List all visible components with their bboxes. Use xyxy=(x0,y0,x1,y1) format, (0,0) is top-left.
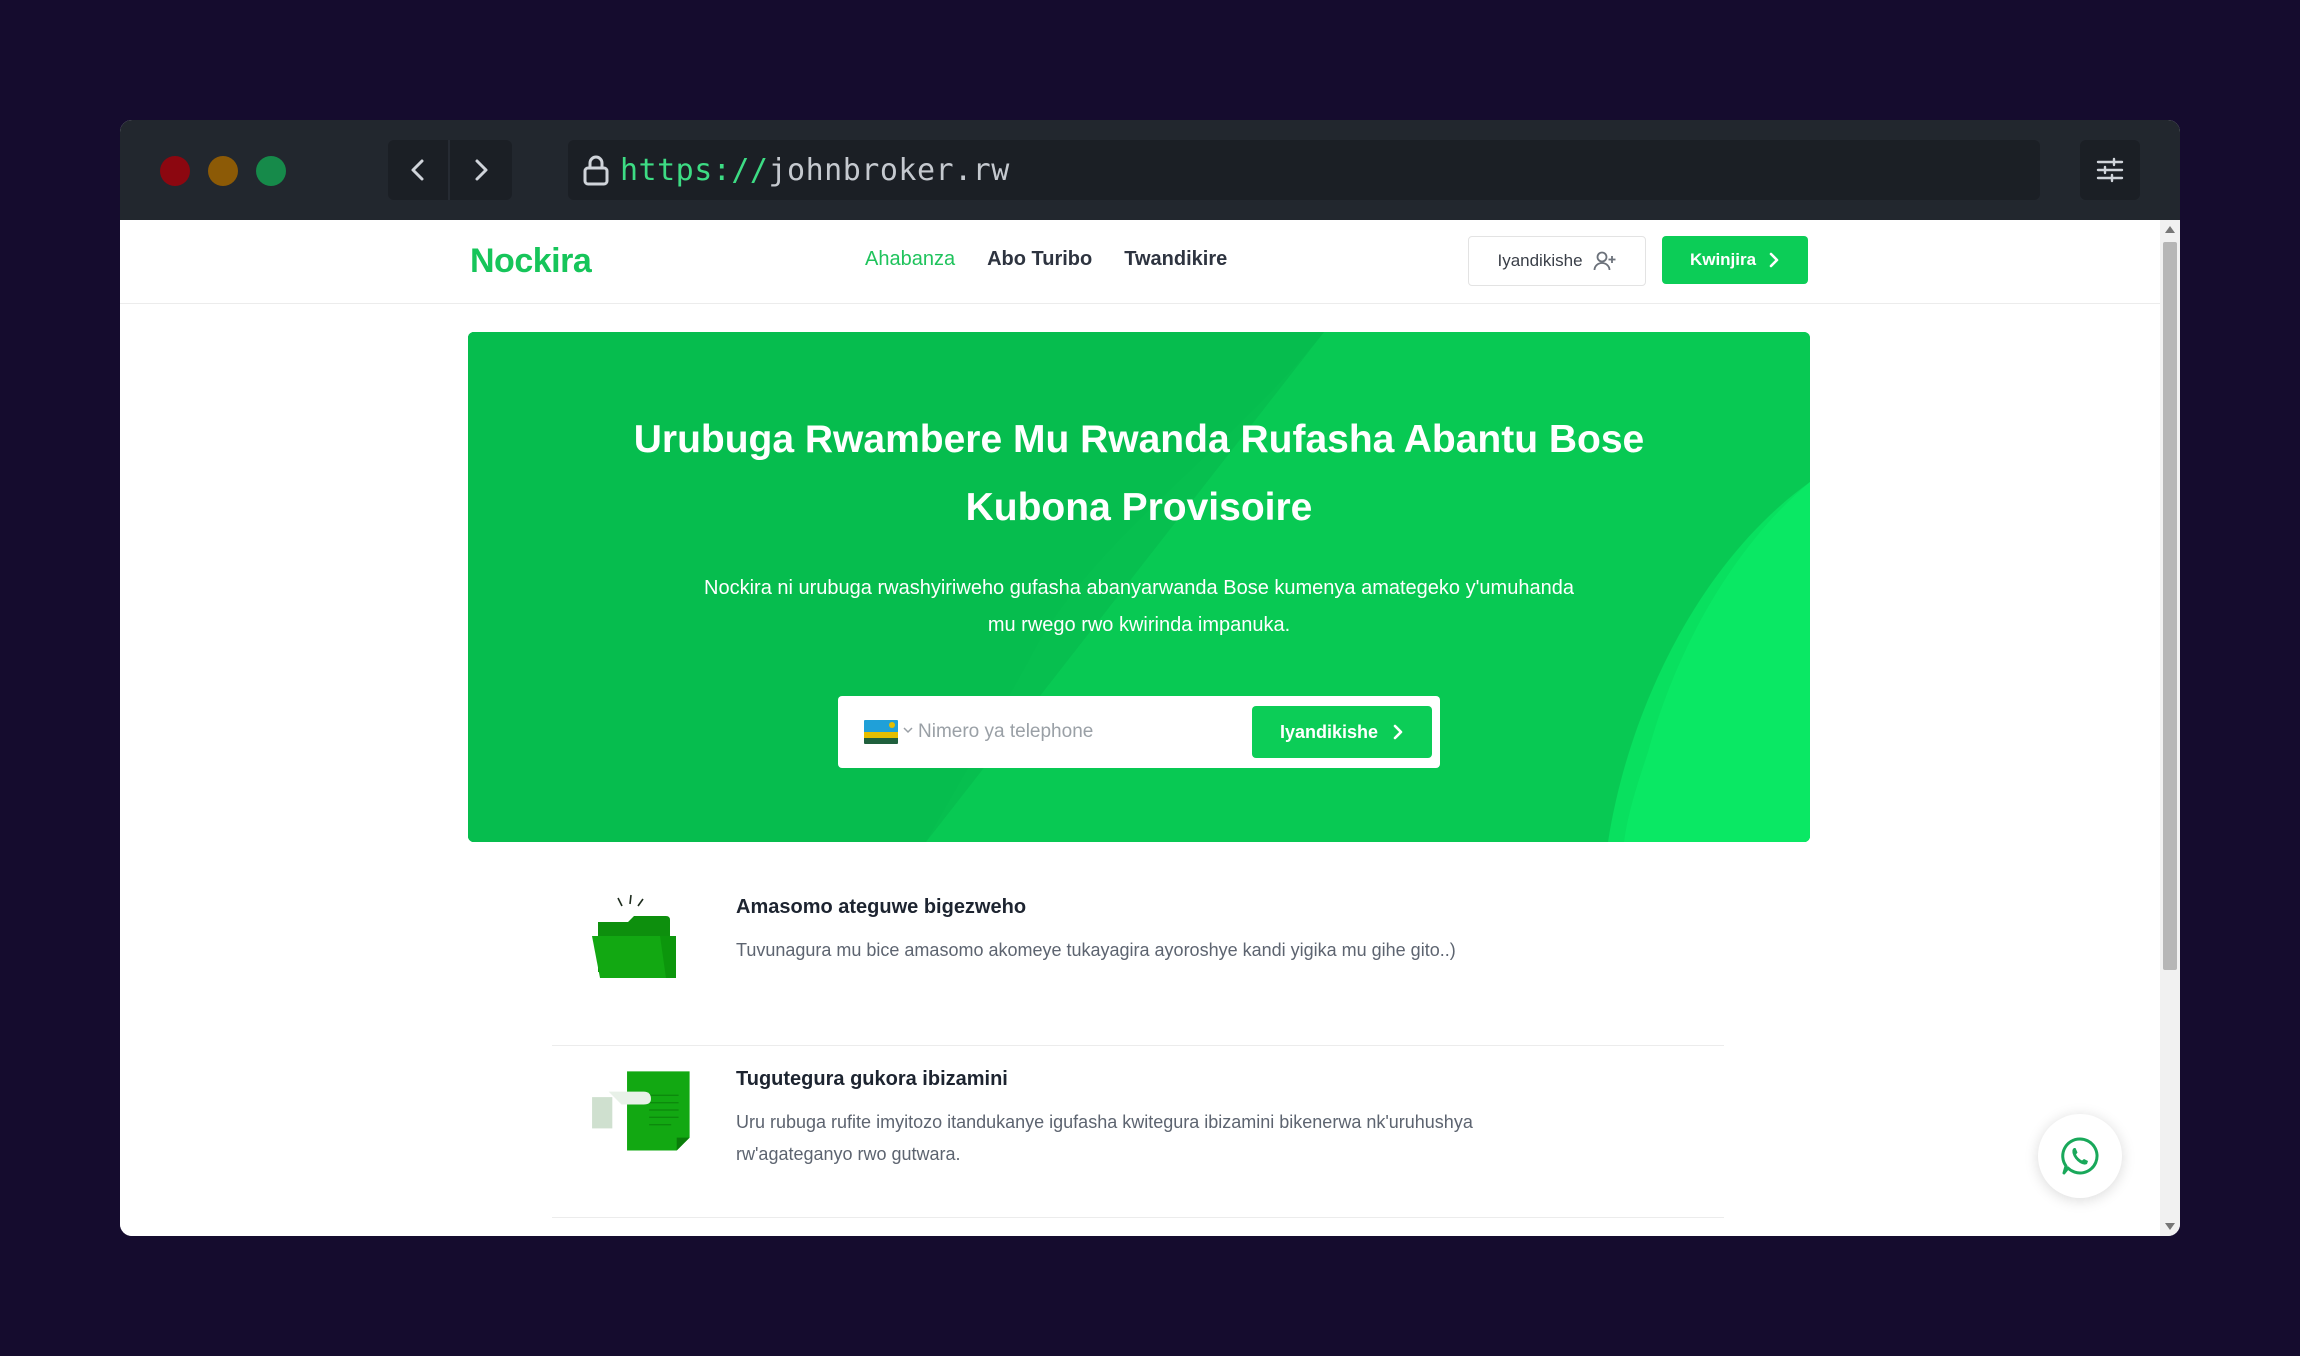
main-nav: Ahabanza Abo Turibo Twandikire xyxy=(865,248,1227,271)
page-scrollbar[interactable] xyxy=(2160,220,2180,1236)
scroll-down-arrow-icon[interactable] xyxy=(2165,1223,2175,1230)
hero-banner: Urubuga Rwambere Mu Rwanda Rufasha Abant… xyxy=(468,332,1810,842)
register-button-label: Iyandikishe xyxy=(1497,251,1583,270)
features-list: Amasomo ateguwe bigezweho Tuvunagura mu … xyxy=(552,874,1724,1218)
register-button[interactable]: Iyandikishe xyxy=(1468,236,1646,286)
login-button-label: Kwinjira xyxy=(1689,250,1757,269)
scroll-up-arrow-icon[interactable] xyxy=(2165,226,2175,233)
chevron-right-icon xyxy=(1393,724,1403,740)
login-button[interactable]: Kwinjira xyxy=(1662,236,1808,284)
back-button[interactable] xyxy=(388,140,450,200)
url-text: https://johnbroker.rw xyxy=(620,153,1010,188)
url-scheme: https:// xyxy=(620,152,769,188)
chevron-right-icon xyxy=(1769,252,1779,268)
whatsapp-icon xyxy=(2061,1137,2099,1175)
document-icon xyxy=(592,1071,690,1151)
url-host: johnbroker.rw xyxy=(768,152,1010,188)
feature-item: Tugutegura gukora ibizamini Uru rubuga r… xyxy=(552,1046,1724,1218)
phone-number-input[interactable] xyxy=(918,714,1218,750)
feature-description: Uru rubuga rufite imyitozo itandukanye i… xyxy=(736,1112,1473,1164)
feature-title: Tugutegura gukora ibizamini xyxy=(736,1068,1008,1090)
site-header: Nockira Ahabanza Abo Turibo Twandikire I… xyxy=(120,220,2160,304)
chevron-right-icon xyxy=(475,159,488,181)
whatsapp-chat-button[interactable] xyxy=(2038,1114,2122,1198)
close-window-button[interactable] xyxy=(160,156,190,186)
nav-item-about[interactable]: Abo Turibo xyxy=(987,248,1092,271)
rwanda-flag-icon[interactable] xyxy=(864,720,898,744)
hero-register-label: Iyandikishe xyxy=(1279,721,1379,742)
chevron-left-icon xyxy=(411,159,424,181)
phone-signup-form: Iyandikishe xyxy=(838,696,1440,768)
scrollbar-thumb[interactable] xyxy=(2163,242,2177,970)
web-page: Nockira Ahabanza Abo Turibo Twandikire I… xyxy=(120,220,2160,1236)
site-logo[interactable]: Nockira xyxy=(470,242,592,281)
user-plus-icon xyxy=(1593,251,1616,271)
maximize-window-button[interactable] xyxy=(256,156,286,186)
browser-window: https://johnbroker.rw Nockira Ahabanza A… xyxy=(120,120,2180,1236)
sliders-icon xyxy=(2096,157,2124,183)
hero-subtitle: Nockira ni urubuga rwashyiriweho gufasha… xyxy=(704,577,1574,636)
folder-icon xyxy=(592,894,676,978)
forward-button[interactable] xyxy=(450,140,512,200)
feature-description: Tuvunagura mu bice amasomo akomeye tukay… xyxy=(736,940,1456,960)
browser-toolbar: https://johnbroker.rw xyxy=(120,120,2180,220)
nav-item-home[interactable]: Ahabanza xyxy=(865,248,955,271)
feature-title: Amasomo ateguwe bigezweho xyxy=(736,896,1027,918)
address-bar[interactable]: https://johnbroker.rw xyxy=(568,140,2040,200)
hero-title: Urubuga Rwambere Mu Rwanda Rufasha Abant… xyxy=(633,418,1645,529)
minimize-window-button[interactable] xyxy=(208,156,238,186)
feature-item: Amasomo ateguwe bigezweho Tuvunagura mu … xyxy=(552,874,1724,1046)
chevron-down-icon[interactable] xyxy=(902,726,914,734)
nav-item-contact[interactable]: Twandikire xyxy=(1124,248,1227,271)
settings-button[interactable] xyxy=(2080,140,2140,200)
lock-icon xyxy=(580,154,612,186)
history-nav xyxy=(388,140,512,200)
hero-register-button[interactable]: Iyandikishe xyxy=(1252,706,1432,758)
